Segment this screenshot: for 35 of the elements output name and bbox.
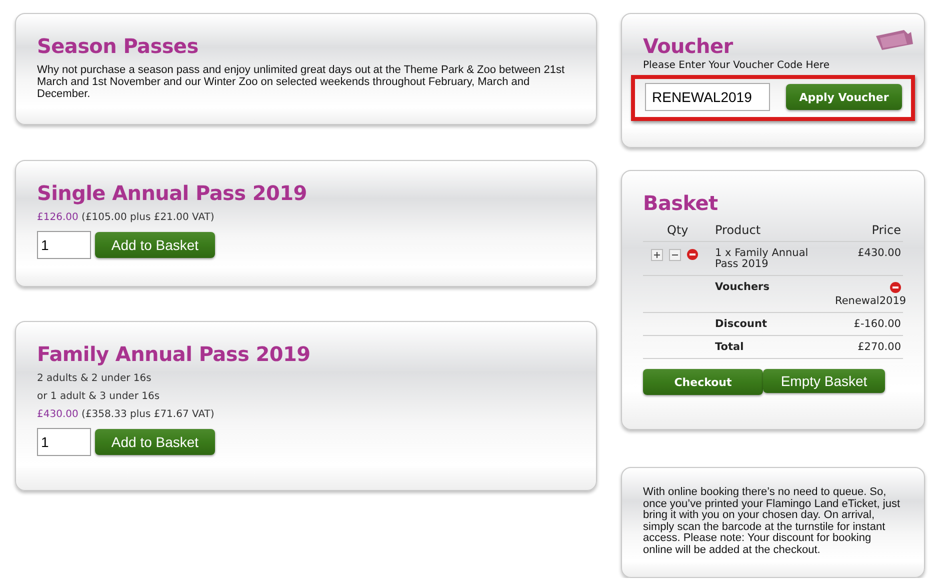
info-text: With online booking there’s no need to queue. So, once you’ve printed your Flamingo Land eTicket, just bring it with you on your chosen day. On arrival, simply scan the barcode at the turnstile for instant access. Please note: Your discount for booking online will be added at the checkout. (643, 487, 902, 556)
summary-label: Discount (715, 319, 767, 330)
checkout-button[interactable]: Checkout (643, 369, 763, 395)
summary-value: £-160.00 (854, 319, 901, 330)
price-text: £430.00 (£358.33 plus £71.67 VAT) (37, 409, 214, 420)
item-price: £430.00 (858, 248, 901, 259)
column-header: Product (715, 225, 761, 236)
add-to-basket-button[interactable]: Add to Basket (95, 232, 215, 258)
product-detail: 2 adults & 2 under 16s (37, 373, 152, 384)
product-name: 1 x Family Annual Pass 2019 (715, 248, 810, 270)
voucher-instruction: Please Enter Your Voucher Code Here (643, 60, 830, 71)
plus-button[interactable] (651, 249, 663, 261)
product-title: Single Annual Pass 2019 (37, 181, 307, 205)
quantity-field[interactable]: 1 (37, 428, 91, 456)
apply-voucher-button[interactable]: Apply Voucher (786, 84, 902, 110)
voucher-code: Renewal2019 (835, 296, 906, 307)
product-detail: or 1 adult & 3 under 16s (37, 391, 160, 402)
empty-basket-button[interactable]: Empty Basket (763, 369, 885, 393)
product-title: Family Annual Pass 2019 (37, 342, 310, 366)
summary-label: Total (715, 342, 744, 353)
section-title: Basket (643, 191, 718, 215)
add-to-basket-button[interactable]: Add to Basket (95, 429, 215, 455)
section-title: Voucher (643, 34, 733, 58)
price-text: £126.00 (£105.00 plus £21.00 VAT) (37, 212, 214, 223)
remove-icon[interactable] (890, 282, 901, 293)
summary-value: £270.00 (858, 342, 901, 353)
remove-icon[interactable] (687, 249, 698, 260)
section-title: Season Passes (37, 34, 198, 58)
column-header: Price (872, 225, 901, 236)
column-header: Qty (667, 225, 688, 236)
season-description: Why not purchase a season pass and enjoy unlimited great days out at the Theme Park & Zoo between 21st March and 1st November and our Winter Zoo on selected weekends throughout February, March and December. (37, 64, 566, 100)
vouchers-label: Vouchers (715, 282, 770, 293)
minus-button[interactable] (669, 249, 681, 261)
voucher-code-field[interactable]: RENEWAL2019 (645, 83, 770, 111)
quantity-field[interactable]: 1 (37, 231, 91, 259)
